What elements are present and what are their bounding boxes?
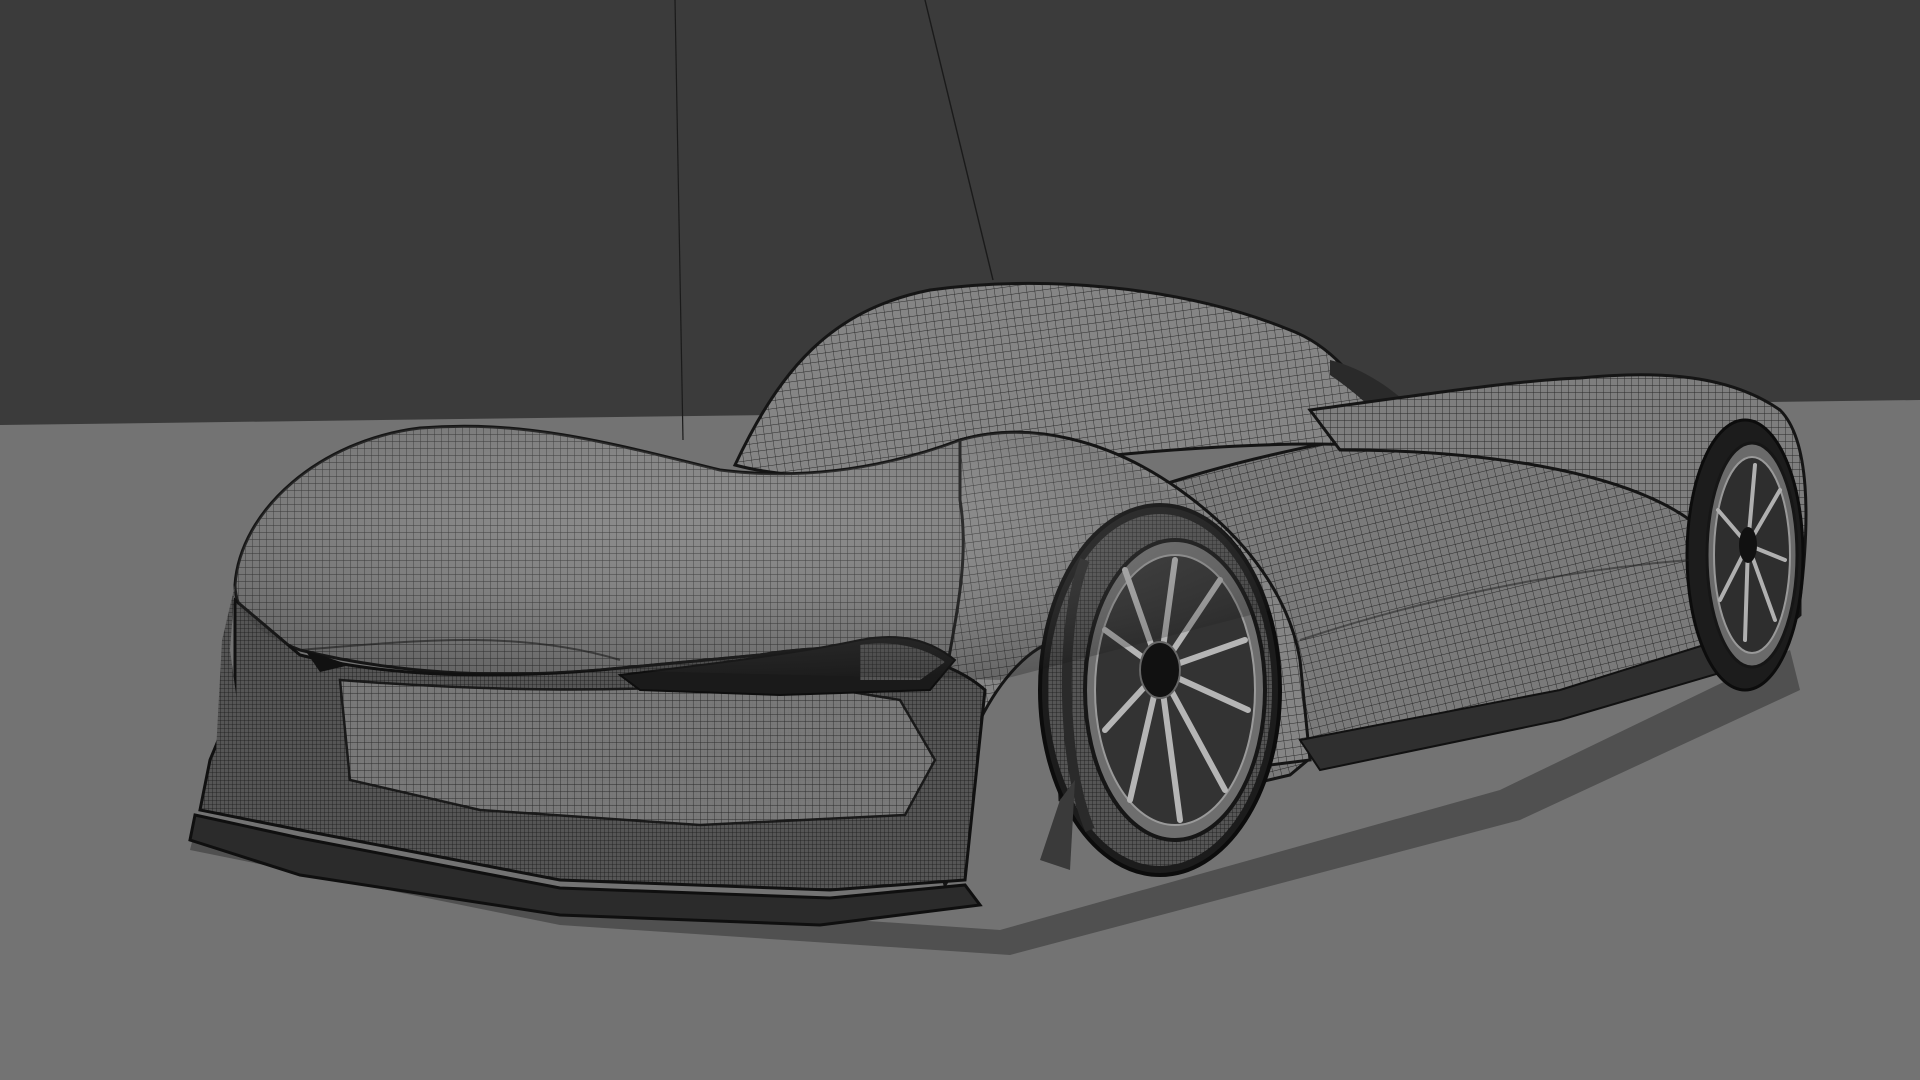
front-wheel-hub <box>1139 641 1181 699</box>
viewport-canvas[interactable] <box>0 0 1920 1080</box>
rear-wheel-hub <box>1739 527 1757 563</box>
3d-viewport[interactable] <box>0 0 1920 1080</box>
rear-wheel[interactable] <box>1685 418 1805 692</box>
